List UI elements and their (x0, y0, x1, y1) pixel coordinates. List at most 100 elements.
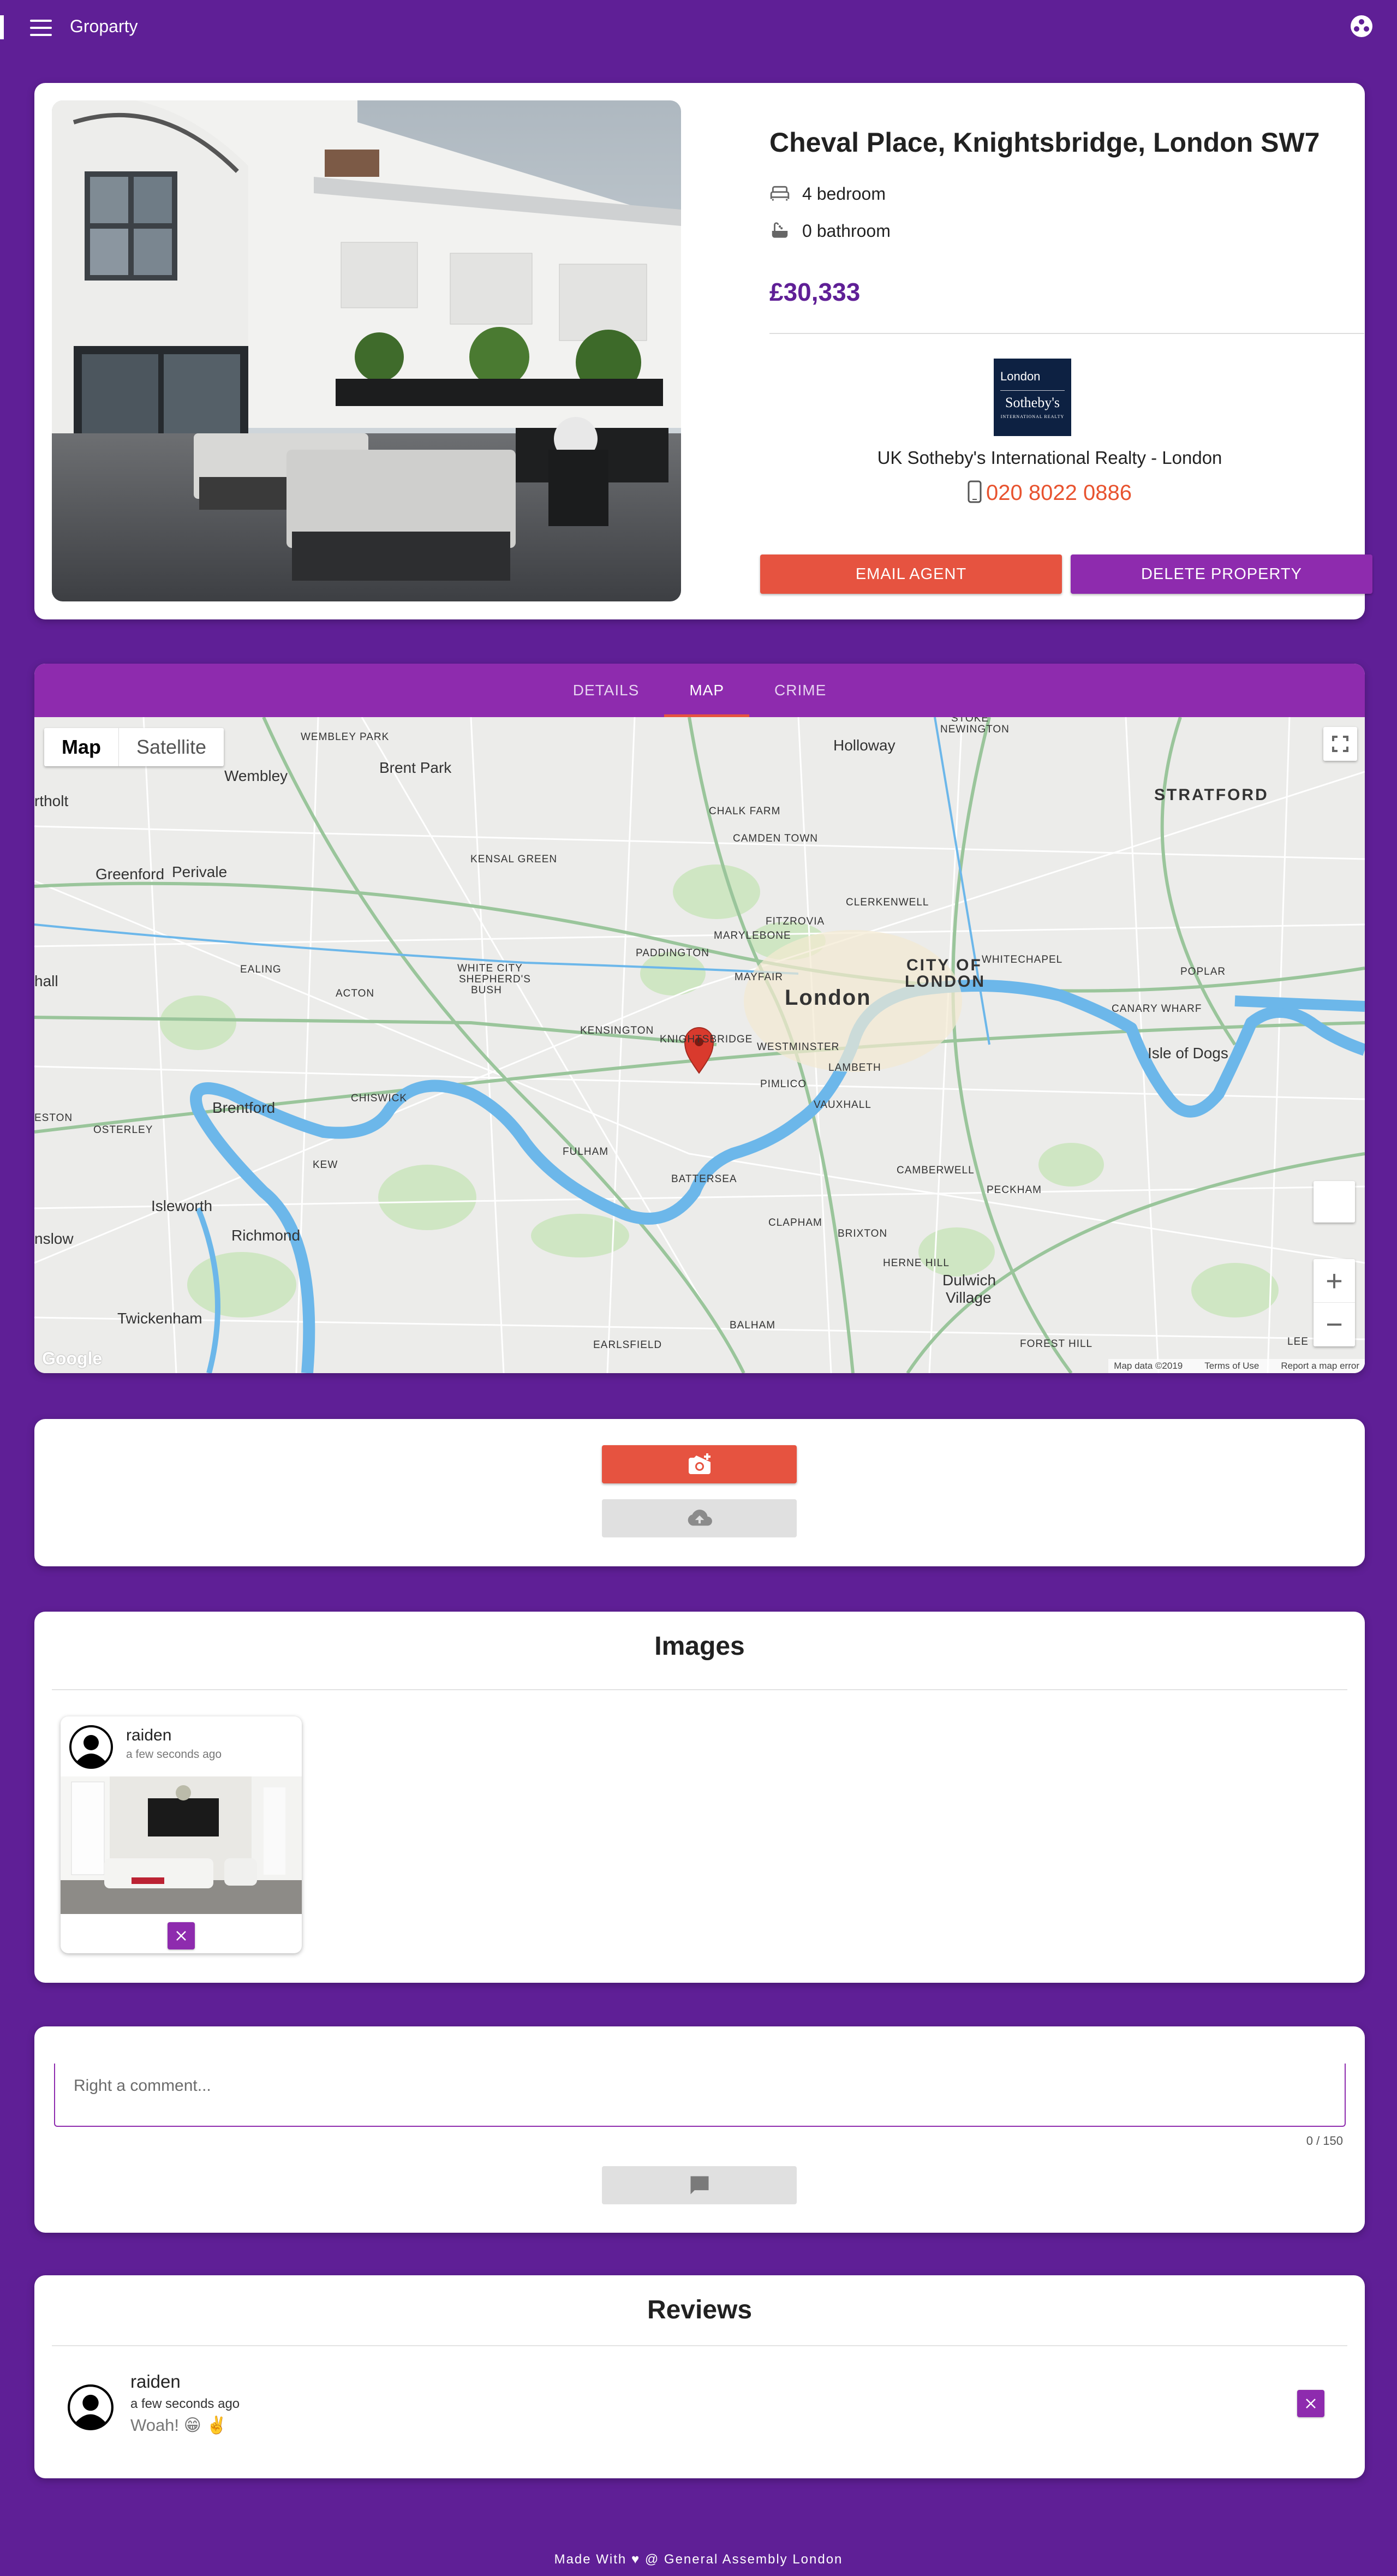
map-label-dulwich-village: Village (946, 1289, 992, 1306)
map-label-osterley: OSTERLEY (93, 1124, 153, 1136)
map-type-map[interactable]: Map (44, 728, 119, 766)
map-label-paddington: PADDINGTON (636, 947, 709, 959)
user-avatar-icon (69, 1725, 113, 1769)
map-label-stratford: STRATFORD (1154, 786, 1269, 804)
map-label-ealing: EALING (240, 964, 282, 975)
map-label-poplar: POPLAR (1180, 966, 1226, 977)
image-post-photo[interactable] (61, 1776, 302, 1914)
add-photo-icon (688, 1453, 711, 1474)
drawer-edge (0, 15, 4, 39)
image-post-time: a few seconds ago (126, 1748, 222, 1761)
map-report-link[interactable]: Report a map error (1281, 1361, 1359, 1371)
map-label-brent-park: Brent Park (379, 759, 452, 776)
map-label-eston: ESTON (34, 1112, 73, 1124)
map-label-shepherds: SHEPHERD'S (459, 974, 531, 985)
email-agent-button[interactable]: EMAIL AGENT (760, 554, 1062, 594)
zoom-out-button[interactable]: − (1314, 1303, 1355, 1346)
comment-input[interactable] (55, 2064, 1345, 2126)
user-avatar-icon (68, 2384, 114, 2430)
phone-icon (968, 480, 982, 503)
property-photo (52, 100, 681, 601)
map-label-knightsbridge: KNIGHTSBRIDGE (660, 1034, 753, 1045)
map-label-kensal: KENSAL GREEN (470, 854, 558, 865)
map-label-earlsfield: EARLSFIELD (593, 1339, 662, 1351)
image-post-user: raiden (126, 1726, 172, 1744)
review-time: a few seconds ago (130, 2396, 240, 2411)
footer: Made With ♥ @ General Assembly London (554, 2552, 843, 2567)
map-label-hall: hall (34, 973, 58, 989)
map-footer: Map data ©2019 Terms of Use Report a map e… (1108, 1359, 1365, 1373)
map-label-whitechapel: WHITECHAPEL (982, 954, 1063, 965)
zoom-control: + − (1314, 1259, 1355, 1346)
property-card: Cheval Place, Knightsbridge, London SW7 … (34, 83, 1372, 619)
map-label-kensington: KENSINGTON (580, 1025, 654, 1036)
map[interactable]: London CITY OF LONDON STRATFORD Wembley … (34, 717, 1365, 1373)
delete-property-button[interactable]: DELETE PROPERTY (1071, 554, 1372, 594)
map-label-chiswick: CHISWICK (351, 1093, 407, 1104)
images-card: Images raiden a few seconds ago (34, 1612, 1365, 1983)
map-label-fulham: FULHAM (563, 1146, 609, 1158)
tab-details[interactable]: DETAILS (548, 664, 665, 717)
close-icon (1306, 2399, 1316, 2408)
map-label-twickenham: Twickenham (117, 1310, 202, 1327)
map-label-clerkenwell: CLERKENWELL (846, 897, 929, 908)
review-text: Woah! 😁 ✌️ (130, 2416, 228, 2435)
submit-comment-button[interactable] (602, 2166, 797, 2204)
map-terms-link[interactable]: Terms of Use (1204, 1361, 1259, 1371)
fullscreen-button[interactable] (1323, 727, 1357, 761)
street-view-control[interactable] (1314, 1181, 1355, 1223)
map-label-camden: CAMDEN TOWN (733, 833, 818, 844)
map-label-kew: KEW (313, 1159, 338, 1171)
comment-icon (690, 2176, 708, 2195)
map-label-newington: NEWINGTON (940, 724, 1010, 735)
zoom-in-button[interactable]: + (1314, 1259, 1355, 1303)
map-label-canary: CANARY WHARF (1112, 1003, 1202, 1015)
comment-char-counter: 0 / 150 (1306, 2134, 1343, 2148)
bathroom-feature: 0 bathroom (769, 220, 891, 241)
map-label-acton: ACTON (336, 988, 375, 999)
map-label-richmond: Richmond (231, 1227, 301, 1244)
map-label-holloway: Holloway (833, 737, 895, 754)
map-label-wembley-park: WEMBLEY PARK (301, 731, 390, 743)
app-title[interactable]: Groparty (70, 16, 138, 37)
map-type-satellite[interactable]: Satellite (119, 728, 224, 766)
tab-map[interactable]: MAP (664, 664, 749, 717)
map-label-mayfair: MAYFAIR (735, 971, 783, 983)
image-post: raiden a few seconds ago (61, 1716, 302, 1953)
map-label-lee: LEE (1287, 1336, 1309, 1347)
map-label-bush: BUSH (471, 985, 502, 996)
map-label-westminster: WESTMINSTER (757, 1041, 840, 1053)
map-label-city-2: LONDON (905, 973, 986, 991)
map-label-dulwich: Dulwich (942, 1272, 996, 1289)
fullscreen-icon (1332, 736, 1348, 752)
map-label-brixton: BRIXTON (838, 1228, 888, 1239)
tab-crime[interactable]: CRIME (749, 664, 851, 717)
property-price: £30,333 (769, 278, 861, 306)
comment-card: 0 / 150 (34, 2026, 1365, 2233)
map-label-london: London (785, 986, 871, 1010)
delete-review-button[interactable] (1297, 2390, 1324, 2417)
divider (52, 1689, 1347, 1690)
comment-field[interactable] (54, 2064, 1346, 2127)
add-photo-button[interactable] (602, 1445, 797, 1483)
bath-icon (772, 222, 788, 238)
map-label-camberwell: CAMBERWELL (897, 1165, 975, 1176)
bedroom-count: 4 bedroom (802, 183, 886, 204)
avatar-icon[interactable] (1350, 15, 1373, 38)
upload-button[interactable] (602, 1499, 797, 1537)
map-label-isle-of-dogs: Isle of Dogs (1148, 1045, 1228, 1062)
delete-image-button[interactable] (168, 1922, 195, 1949)
divider (769, 333, 1364, 334)
map-label-brentford: Brentford (212, 1099, 276, 1116)
map-type-control: Map Satellite (44, 728, 224, 766)
tabs-card: DETAILS MAP CRIME London CITY OF LONDON … (34, 664, 1365, 1373)
review-user: raiden (130, 2371, 181, 2392)
map-label-vauxhall: VAUXHALL (814, 1099, 871, 1111)
menu-icon[interactable] (30, 20, 52, 36)
map-label-lambeth: LAMBETH (828, 1062, 881, 1074)
agent-phone-number[interactable]: 020 8022 0886 (986, 481, 1132, 505)
agent-phone[interactable]: 020 8022 0886 (735, 480, 1365, 505)
upload-card (34, 1419, 1365, 1566)
map-label-battersea: BATTERSEA (671, 1173, 737, 1185)
close-icon (176, 1931, 186, 1941)
